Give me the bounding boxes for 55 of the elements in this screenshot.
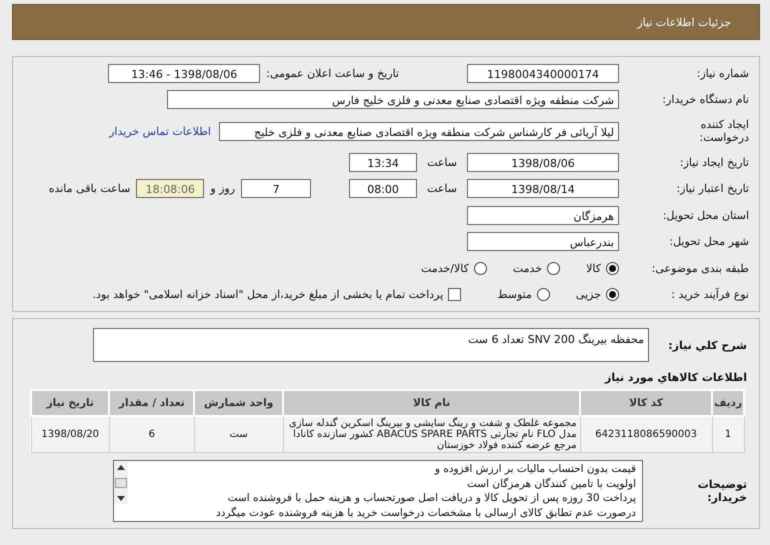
field-label: استان محل تحویل: <box>662 208 750 222</box>
process-radio[interactable]: متوسط <box>497 288 550 302</box>
field-label: تاریخ و ساعت اعلان عمومی: <box>266 66 399 80</box>
field-label: تاریخ اعتبار نیاز: <box>675 182 750 196</box>
category-radio[interactable]: خدمت <box>512 262 560 275</box>
field-label: ساعت <box>427 156 457 169</box>
table-cell: 1398/08/20 <box>31 416 110 452</box>
table-cell: 6423118086590003 <box>580 416 712 452</box>
time-field: 13:34 <box>349 152 418 172</box>
days-field: 7 <box>241 179 312 198</box>
city-field: بندرعباس <box>467 232 619 252</box>
remaining-time-field: 18:08:06 <box>136 179 204 198</box>
table-cell: ست <box>194 416 284 452</box>
field-label: شماره نیاز: <box>696 66 750 80</box>
table-cell: مجموعه غلطک و شفت و رینگ سایشی و بیرینگ اسکرین گندله سازی مدل FLO نام تجارتی ABACUS SPARE PARTS کشور سازنده کانادا مرجع عرضه کننده فولاد خوزستان <box>283 416 580 452</box>
date-field: 1398/08/06 <box>467 152 619 172</box>
date-field: 1398/08/14 <box>467 179 619 198</box>
section-title: اطلاعات کالاهاي مورد نياز <box>604 370 748 386</box>
field-label: ساعت باقی مانده <box>48 182 130 196</box>
column-header: نام کالا <box>283 390 580 416</box>
buyer-contact-link[interactable]: اطلاعات تماس خریدار <box>109 124 211 138</box>
field-label: شهر محل تحویل: <box>668 235 750 248</box>
requester-field: لیلا آریائی فر کارشناس شرکت منطقه ویژه اقتصادی صنایع معدنی و فلزی خلیج <box>219 122 619 140</box>
treasury-checkbox[interactable]: پرداخت تمام یا بخشی از مبلغ خرید،از محل "اسناد خزانه اسلامی" خواهد بود. <box>92 288 462 302</box>
table-cell: 6 <box>109 416 194 452</box>
need-number-field: 1198004340000174 <box>467 64 619 83</box>
description-field: محفظه بیرینگ SNV 200 تعداد 6 ست <box>93 328 649 362</box>
announce-date-field: 1398/08/06 - 13:46 <box>108 64 260 83</box>
notes-line: اولویت با تامین کنندگان هرمزگان است <box>466 476 636 491</box>
scrollbar[interactable] <box>114 462 128 504</box>
buyer-field: شرکت منطقه ویژه اقتصادی صنایع معدنی و فلزی خلیج فارس <box>167 90 619 110</box>
notes-line: قیمت بدون احتساب مالیات بر ارزش افزوده و <box>434 462 636 476</box>
process-radio[interactable]: جزیی <box>576 288 619 302</box>
field-label: روز و <box>210 182 236 196</box>
field-label: ساعت <box>427 182 457 196</box>
field-label: توضیحات خریدار: <box>696 478 748 504</box>
notes-line: پرداخت 30 روزه پس از تحویل کالا و دریافت اصل صورتحساب و هزینه حمل با فروشنده است <box>226 491 636 506</box>
time-field: 08:00 <box>349 179 418 198</box>
column-header: واحد شمارش <box>194 390 284 416</box>
field-label: نوع فرآیند خرید : <box>670 288 750 302</box>
table-cell: 1 <box>712 416 744 452</box>
notes-line: درصورت عدم تطابق کالای ارسالی با مشخصات درخواست خرید با هزینه فروشنده عودت میگردد <box>215 506 636 520</box>
field-label: شرح کلي نياز: <box>667 338 748 352</box>
field-label: تاریخ ایجاد نیاز: <box>678 156 750 169</box>
category-radio[interactable]: کالا <box>586 262 619 275</box>
category-radio[interactable]: کالا/خدمت <box>421 262 487 275</box>
field-label: نام دستگاه خریدار: <box>661 93 750 106</box>
field-label: طبقه بندی موضوعی: <box>650 262 750 275</box>
province-field: هرمزگان <box>467 206 619 225</box>
page-title: جزئیات اطلاعات نیاز <box>637 16 731 28</box>
column-header: کد کالا <box>580 390 712 416</box>
column-header: تعداد / مقدار <box>109 390 194 416</box>
column-header: رديف <box>712 390 744 416</box>
field-label: ایجاد کننده درخواست: <box>698 118 750 144</box>
column-header: تاریخ نیاز <box>31 390 110 416</box>
